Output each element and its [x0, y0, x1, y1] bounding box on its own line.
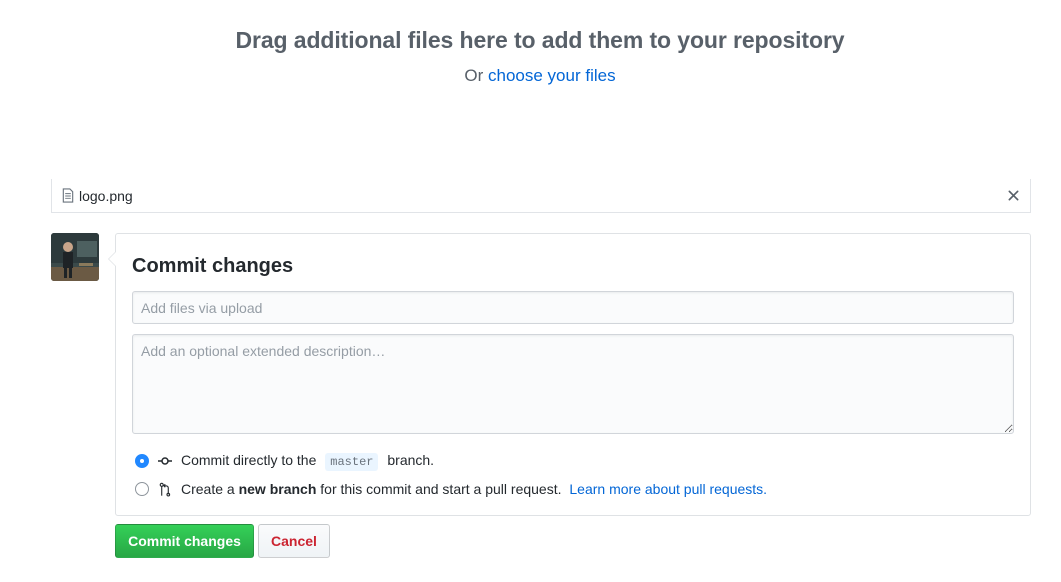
git-commit-icon [158, 453, 172, 469]
commit-direct-option[interactable]: Commit directly to the master branch. [135, 452, 435, 471]
commit-form: Commit changes Commit directly to the ma… [108, 233, 1031, 516]
file-name: logo.png [79, 187, 133, 204]
cancel-button[interactable]: Cancel [258, 524, 330, 558]
choose-files-link[interactable]: choose your files [488, 66, 616, 85]
uploaded-file-row: logo.png [51, 179, 1031, 213]
new-branch-bold: new branch [238, 481, 317, 497]
new-branch-radio[interactable] [135, 482, 149, 496]
commit-changes-button[interactable]: Commit changes [115, 524, 254, 558]
dropzone-prefix: Or [464, 66, 484, 85]
new-branch-label: Create a new branch for this commit and … [181, 481, 767, 497]
commit-direct-text-before: Commit directly to the [181, 452, 317, 468]
commit-direct-label: Commit directly to the master branch. [181, 452, 435, 471]
commit-description-input[interactable] [132, 334, 1014, 434]
commit-summary-input[interactable] [132, 291, 1014, 324]
new-branch-text-after: for this commit and start a pull request… [320, 481, 562, 497]
commit-direct-radio[interactable] [135, 453, 149, 468]
commit-form-title: Commit changes [132, 255, 294, 277]
dropzone-title: Drag additional files here to add them t… [235, 27, 845, 53]
branch-name: master [325, 453, 379, 471]
commit-direct-text-after: branch. [387, 452, 435, 468]
close-icon[interactable] [1006, 187, 1020, 203]
file-icon [62, 188, 76, 204]
pull-requests-help-link[interactable]: Learn more about pull requests. [569, 481, 767, 497]
new-branch-text-before: Create a [181, 481, 235, 497]
new-branch-option[interactable]: Create a new branch for this commit and … [135, 481, 767, 497]
git-pull-request-icon [158, 481, 172, 497]
avatar[interactable] [51, 233, 99, 281]
dropzone-subtitle: Or choose your files [0, 66, 1061, 86]
